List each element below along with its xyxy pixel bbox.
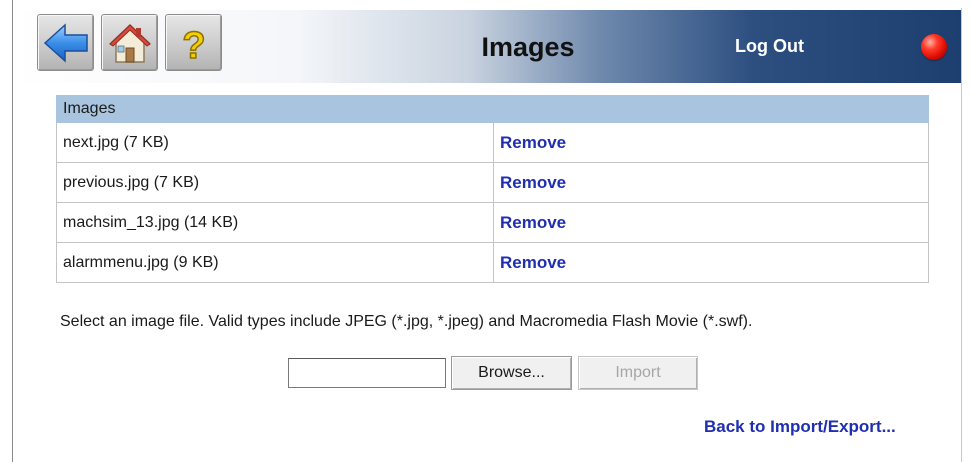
- help-button[interactable]: ?: [165, 14, 222, 71]
- remove-link[interactable]: Remove: [500, 253, 566, 272]
- remove-link[interactable]: Remove: [500, 133, 566, 152]
- remove-link[interactable]: Remove: [500, 173, 566, 192]
- action-cell: Remove: [493, 122, 929, 163]
- file-name-cell: next.jpg (7 KB): [56, 122, 494, 163]
- upload-instructions: Select an image file. Valid types includ…: [60, 313, 753, 330]
- file-path-input[interactable]: [288, 358, 446, 388]
- file-name-cell: previous.jpg (7 KB): [56, 162, 494, 203]
- file-name-cell: machsim_13.jpg (14 KB): [56, 202, 494, 243]
- page-title: Images: [481, 32, 575, 62]
- back-to-import-export-link[interactable]: Back to Import/Export...: [704, 417, 896, 437]
- browse-button[interactable]: Browse...: [451, 356, 572, 390]
- remove-link[interactable]: Remove: [500, 213, 566, 232]
- help-glyph: ?: [182, 25, 205, 66]
- action-cell: Remove: [493, 242, 929, 283]
- action-cell: Remove: [493, 162, 929, 203]
- logout-link[interactable]: Log Out: [735, 36, 804, 57]
- home-icon: [108, 23, 151, 63]
- header-bar: ? Images Log Out: [13, 10, 961, 83]
- table-header-row: Images: [56, 95, 929, 123]
- home-button[interactable]: [101, 14, 158, 71]
- help-icon: ?: [181, 24, 206, 66]
- back-button[interactable]: [37, 14, 94, 71]
- import-button[interactable]: Import: [578, 356, 698, 390]
- table-row: alarmmenu.jpg (9 KB) Remove: [56, 242, 929, 283]
- images-table: Images next.jpg (7 KB) Remove previous.j…: [56, 95, 929, 283]
- file-name-cell: alarmmenu.jpg (9 KB): [56, 242, 494, 283]
- table-row: next.jpg (7 KB) Remove: [56, 122, 929, 163]
- table-row: machsim_13.jpg (14 KB) Remove: [56, 202, 929, 243]
- window-right-border: [961, 8, 962, 462]
- table-row: previous.jpg (7 KB) Remove: [56, 162, 929, 203]
- status-indicator-icon: [921, 34, 947, 60]
- table-header: Images: [56, 95, 929, 123]
- action-cell: Remove: [493, 202, 929, 243]
- back-arrow-icon: [43, 22, 88, 63]
